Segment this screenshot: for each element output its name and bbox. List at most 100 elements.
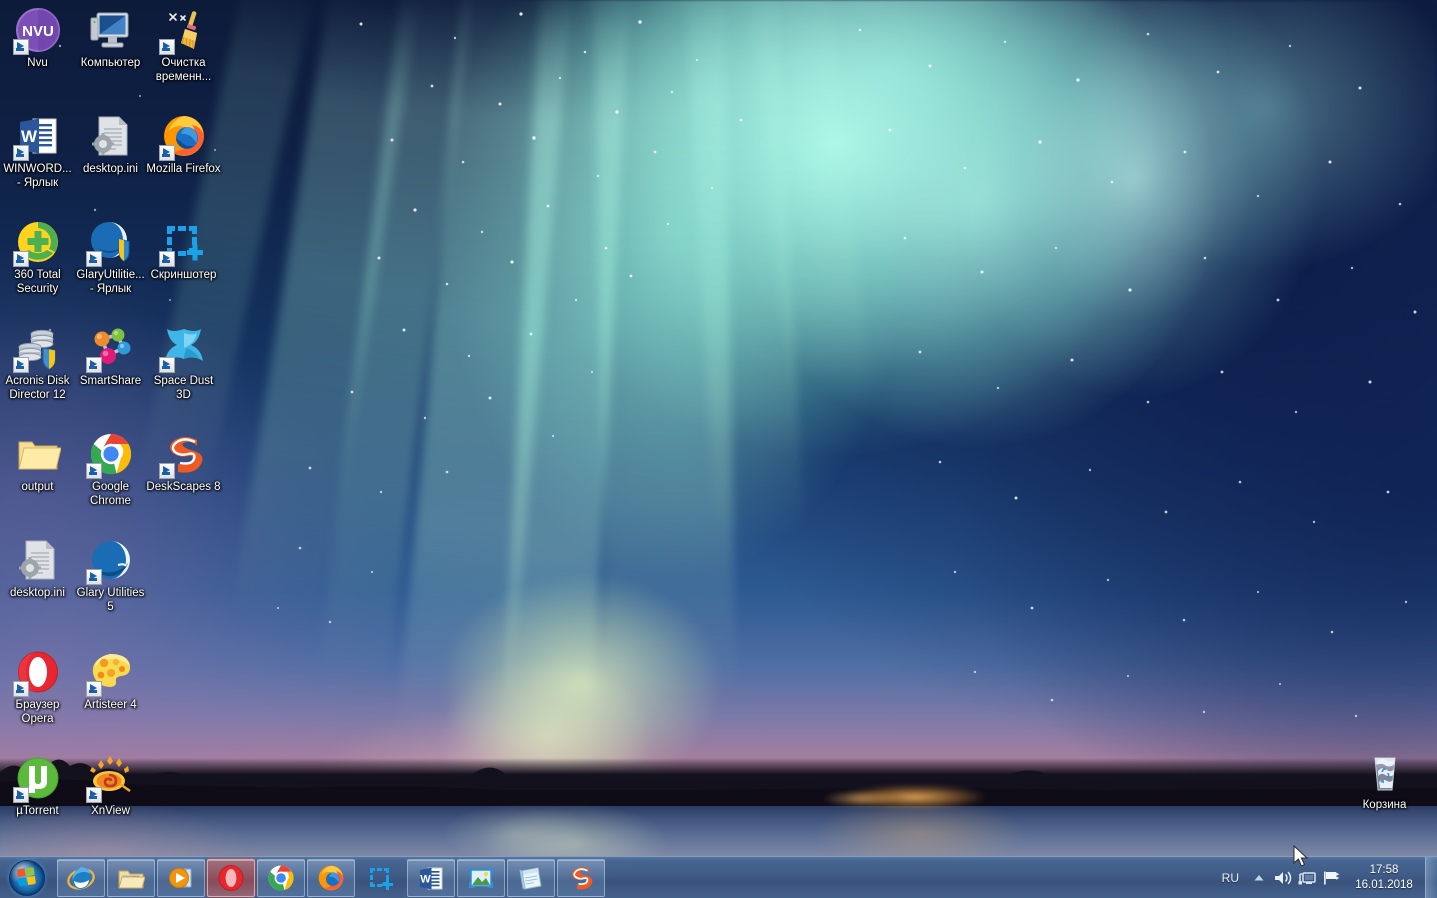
speaker-icon[interactable]: [1271, 863, 1295, 893]
chevron-up-icon[interactable]: [1247, 863, 1271, 893]
desktop-icon-opera-browser[interactable]: Браузер Opera: [0, 648, 75, 726]
desktop-icon-chrome[interactable]: Google Chrome: [73, 430, 148, 508]
deskscapes-icon: [158, 430, 208, 479]
taskbar-button-ie[interactable]: [57, 858, 105, 897]
desktop-icon-temp-cleanup[interactable]: Очистка временн...: [146, 6, 221, 84]
shortcut-overlay-icon: [12, 681, 29, 697]
taskbar-button-deskscapes[interactable]: [557, 858, 605, 897]
shortcut-overlay-icon: [158, 357, 175, 373]
desktop-icon-label: Компьютер: [80, 57, 141, 69]
taskbar: W RU 17:58 16.01.2018: [0, 856, 1437, 898]
flag-icon[interactable]: [1319, 863, 1343, 893]
screenshoter-icon: [367, 864, 395, 892]
taskbar-button-explorer[interactable]: [107, 858, 155, 897]
space-dust-icon: [158, 324, 208, 373]
desktop-icon-360-total[interactable]: 360 Total Security: [0, 218, 75, 296]
desktop-icon-label: Artisteer 4: [84, 699, 137, 711]
recycle-bin-icon: [1361, 748, 1409, 796]
folder-icon: [14, 430, 62, 478]
taskbar-button-notepad[interactable]: [507, 858, 555, 897]
shortcut-overlay-icon: [85, 251, 102, 267]
language-indicator[interactable]: RU: [1214, 871, 1247, 885]
chrome-icon: [267, 864, 295, 892]
nvu-icon: NVU: [12, 6, 62, 55]
smartshare-icon: [85, 324, 135, 373]
taskbar-button-mediaplayer[interactable]: [157, 858, 205, 897]
show-desktop-button[interactable]: [1425, 856, 1437, 898]
desktop-icon-screenshoter[interactable]: Скриншотер: [146, 218, 221, 283]
desktop-icon-label: Очистка временн...: [155, 57, 212, 83]
ini-file-icon: [14, 536, 62, 584]
taskbar-buttons: W: [57, 858, 607, 898]
taskbar-button-word[interactable]: W: [407, 858, 455, 897]
deskscapes-icon: [567, 864, 595, 892]
svg-text:W: W: [420, 873, 431, 885]
opera-icon: [12, 648, 62, 697]
desktop-icon-glary-shortcut[interactable]: GlaryUtilitie... - Ярлык: [73, 218, 148, 296]
ini-file-icon: [87, 112, 135, 160]
shortcut-overlay-icon: [12, 39, 29, 55]
desktop-icon-label: XnView: [91, 805, 130, 817]
svg-text:NVU: NVU: [22, 23, 54, 40]
desktop-icon-label: Acronis Disk Director 12: [5, 375, 70, 401]
desktop-icon-smartshare[interactable]: SmartShare: [73, 324, 148, 389]
desktop-icon-winword[interactable]: W WINWORD... - Ярлык: [0, 112, 75, 190]
shortcut-overlay-icon: [85, 463, 102, 479]
desktop-icon-label: Скриншотер: [150, 269, 217, 281]
desktop-icon-label: Space Dust 3D: [153, 375, 214, 401]
notepad-icon: [517, 864, 545, 892]
taskbar-button-chrome[interactable]: [257, 858, 305, 897]
glary-utilities-icon: [85, 218, 135, 267]
system-tray: RU 17:58 16.01.2018: [1214, 856, 1437, 898]
computer-icon: [87, 6, 135, 54]
shortcut-overlay-icon: [158, 463, 175, 479]
taskbar-button-photo-viewer[interactable]: [457, 858, 505, 897]
glary-moon-icon: [85, 536, 135, 585]
desktop-icon-nvu[interactable]: NVU Nvu: [0, 6, 75, 71]
desktop-icon-desktop-ini-1[interactable]: desktop.ini: [73, 112, 148, 177]
desktop-icon-output[interactable]: output: [0, 430, 75, 495]
clock[interactable]: 17:58 16.01.2018: [1343, 863, 1425, 893]
desktop-icon-desktop-ini-2[interactable]: desktop.ini: [0, 536, 75, 601]
desktop-icon-label: Glary Utilities 5: [76, 587, 145, 613]
network-monitor-icon[interactable]: [1295, 863, 1319, 893]
desktop-icon-artisteer[interactable]: Artisteer 4: [73, 648, 148, 713]
taskbar-button-firefox[interactable]: [307, 858, 355, 897]
screenshoter-icon: [158, 218, 208, 267]
desktop-icon-label: Google Chrome: [90, 481, 131, 507]
desktop-icon-recycle-bin[interactable]: Корзина: [1347, 748, 1422, 813]
shortcut-overlay-icon: [12, 787, 29, 803]
internet-explorer-icon: [67, 864, 95, 892]
desktop-icon-label: desktop.ini: [10, 587, 65, 599]
utorrent-icon: [12, 754, 62, 803]
desktop-icon-space-dust[interactable]: Space Dust 3D: [146, 324, 221, 402]
desktop-icon-label: DeskScapes 8: [146, 481, 221, 493]
media-player-icon: [167, 864, 195, 892]
taskbar-button-screenshoter[interactable]: [357, 859, 405, 897]
file-explorer-icon: [117, 864, 146, 892]
desktop-icon-utorrent[interactable]: µTorrent: [0, 754, 75, 819]
desktop-icon-label: µTorrent: [16, 805, 59, 817]
desktop-icon-label: Корзина: [1362, 799, 1407, 811]
desktop-icon-glary5[interactable]: Glary Utilities 5: [73, 536, 148, 614]
desktop-icon-deskscapes[interactable]: DeskScapes 8: [146, 430, 221, 495]
360-security-icon: [12, 218, 62, 267]
desktop-icon-xnview[interactable]: XnView: [73, 754, 148, 819]
clock-time: 17:58: [1369, 863, 1399, 876]
desktop-icon-firefox[interactable]: Mozilla Firefox: [146, 112, 221, 177]
start-button[interactable]: [1, 858, 53, 898]
shortcut-overlay-icon: [12, 251, 29, 267]
shortcut-overlay-icon: [12, 357, 29, 373]
artisteer-palette-icon: [85, 648, 135, 697]
firefox-icon: [317, 864, 345, 892]
desktop-icon-acronis[interactable]: Acronis Disk Director 12: [0, 324, 75, 402]
desktop-icon-label: SmartShare: [79, 375, 142, 387]
desktop-icon-grid: NVU Nvu Компьютер Очистка временн... W W…: [0, 0, 1437, 856]
desktop-icon-computer[interactable]: Компьютер: [73, 6, 148, 71]
windows-start-orb-icon: [9, 859, 45, 896]
acronis-disk-icon: [12, 324, 62, 373]
shortcut-overlay-icon: [12, 145, 29, 161]
xnview-icon: [85, 754, 135, 803]
shortcut-overlay-icon: [158, 145, 175, 161]
taskbar-button-opera[interactable]: [207, 858, 255, 897]
